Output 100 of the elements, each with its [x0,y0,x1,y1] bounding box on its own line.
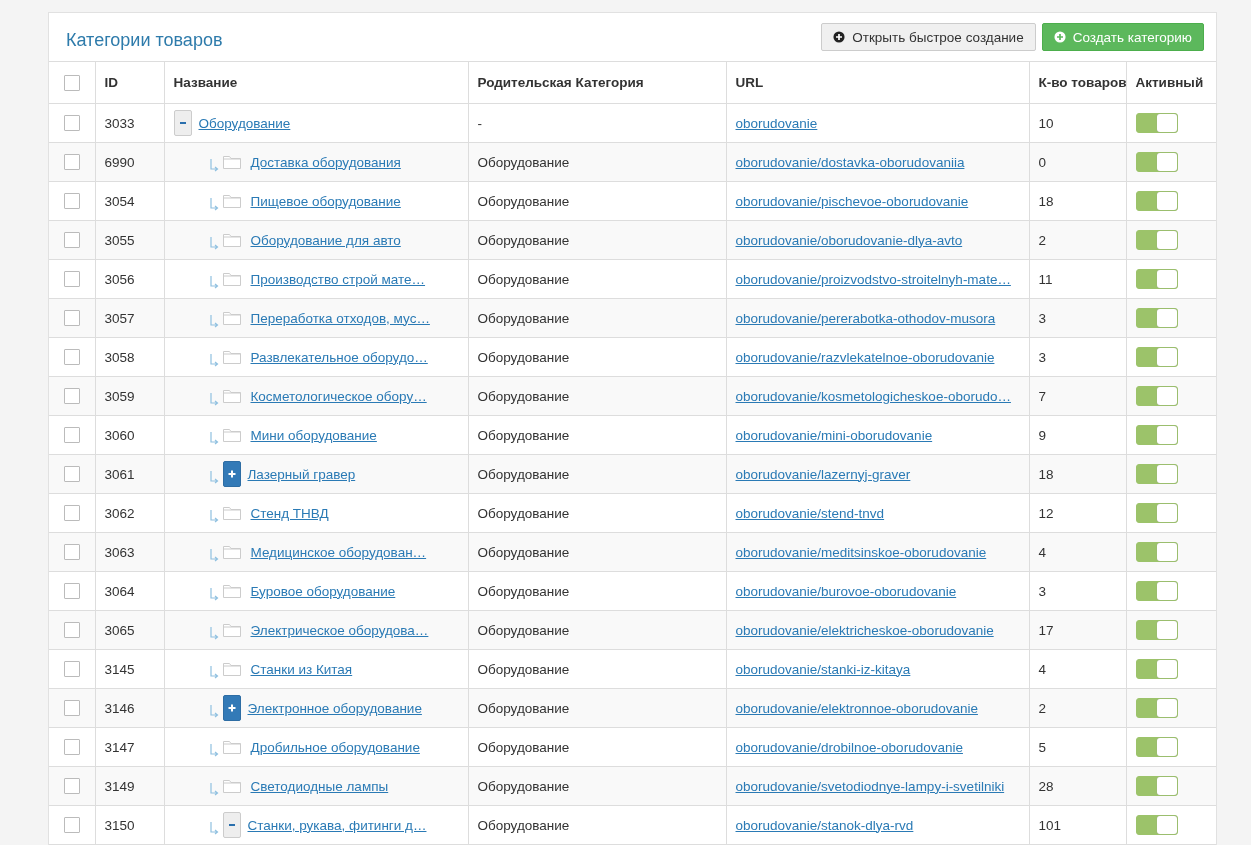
category-link[interactable]: Станки, рукава, фитинги д… [247,817,427,833]
row-checkbox[interactable] [63,388,80,405]
category-link[interactable]: Пищевое оборудование [250,193,401,209]
id-cell: 3061 [104,466,135,482]
folder-icon [222,233,241,247]
count-cell: 0 [1038,154,1046,170]
row-checkbox[interactable] [63,310,80,327]
count-cell: 2 [1038,700,1046,716]
active-toggle[interactable] [1135,425,1178,445]
id-cell: 3055 [104,232,135,248]
row-checkbox[interactable] [63,661,80,678]
row-checkbox[interactable] [63,817,80,834]
category-link[interactable]: Оборудование [198,115,291,131]
active-toggle[interactable] [1135,191,1178,211]
panel-title: Категории товаров [66,29,223,51]
id-cell: 3145 [104,661,135,677]
active-toggle[interactable] [1135,815,1178,835]
active-toggle[interactable] [1135,269,1178,289]
url-link[interactable]: oborudovanie/proizvodstvo-stroitelnyh-mate… [735,271,1011,287]
row-checkbox[interactable] [63,622,80,639]
url-link[interactable]: oborudovanie/drobilnoe-oborudovanie [735,739,963,755]
folder-icon [222,311,241,325]
category-link[interactable]: Доставка оборудования [250,154,401,170]
count-cell: 18 [1038,466,1054,482]
active-toggle[interactable] [1135,308,1178,328]
child-arrow-icon [208,587,219,601]
folder-icon [222,272,241,286]
row-checkbox[interactable] [63,466,80,483]
row-checkbox[interactable] [63,700,80,717]
active-toggle[interactable] [1135,347,1178,367]
row-checkbox[interactable] [63,349,80,366]
category-link[interactable]: Развлекательное оборудо… [250,349,428,365]
parent-cell: Оборудование [477,154,570,170]
url-link[interactable]: oborudovanie/mini-oborudovanie [735,427,933,443]
row-checkbox[interactable] [63,193,80,210]
row-checkbox[interactable] [63,232,80,249]
active-toggle[interactable] [1135,620,1178,640]
child-arrow-icon [208,626,219,640]
id-cell: 3063 [104,544,135,560]
column-header: К-во товаров [1038,75,1127,90]
url-link[interactable]: oborudovanie/stend-tnvd [735,505,885,521]
url-link[interactable]: oborudovanie/burovoe-oborudovanie [735,583,957,599]
child-arrow-icon [208,392,219,406]
collapse-button[interactable] [173,110,192,136]
url-link[interactable]: oborudovanie/razvlekatelnoe-oborudovanie [735,349,995,365]
active-toggle[interactable] [1135,230,1178,250]
row-checkbox[interactable] [63,427,80,444]
id-cell: 3062 [104,505,135,521]
row-checkbox[interactable] [63,505,80,522]
folder-icon [222,662,241,676]
active-toggle[interactable] [1135,776,1178,796]
active-toggle[interactable] [1135,698,1178,718]
active-toggle[interactable] [1135,737,1178,757]
category-link[interactable]: Дробильное оборудование [250,739,420,755]
row-checkbox[interactable] [63,544,80,561]
id-cell: 3033 [104,115,135,131]
category-link[interactable]: Светодиодные лампы [250,778,389,794]
url-link[interactable]: oborudovanie/stanki-iz-kitaya [735,661,911,677]
category-link[interactable]: Станки из Китая [250,661,353,677]
folder-icon [222,740,241,754]
active-toggle[interactable] [1135,464,1178,484]
create-category-button[interactable]: Создать категорию [1041,23,1204,51]
active-toggle[interactable] [1135,113,1178,133]
row-checkbox[interactable] [63,739,80,756]
url-link[interactable]: oborudovanie [735,115,818,131]
row-checkbox[interactable] [63,271,80,288]
plus-icon [226,703,237,713]
parent-cell: Оборудование [477,271,570,287]
id-cell: 6990 [104,154,135,170]
active-toggle[interactable] [1135,152,1178,172]
active-toggle[interactable] [1135,503,1178,523]
plus-circle-icon [833,31,846,43]
row-checkbox[interactable] [63,115,80,132]
id-cell: 3057 [104,310,135,326]
category-link[interactable]: Производство строй мате… [250,271,426,287]
category-link[interactable]: Мини оборудование [250,427,377,443]
expand-button[interactable] [222,695,241,721]
child-arrow-icon [208,236,219,250]
category-link[interactable]: Стенд ТНВД [250,505,329,521]
expand-button[interactable] [222,461,241,487]
active-toggle[interactable] [1135,542,1178,562]
active-toggle[interactable] [1135,581,1178,601]
active-toggle[interactable] [1135,386,1178,406]
collapse-button[interactable] [222,812,241,838]
url-link[interactable]: oborudovanie/pischevoe-oborudovanie [735,193,969,209]
row-checkbox[interactable] [63,778,80,795]
row-checkbox[interactable] [63,154,80,171]
row-checkbox[interactable] [63,583,80,600]
category-link[interactable]: Буровое оборудование [250,583,396,599]
url-link[interactable]: oborudovanie/stanok-dlya-rvd [735,817,914,833]
id-cell: 3054 [104,193,135,209]
id-cell: 3059 [104,388,135,404]
category-link[interactable]: Оборудование для авто [250,232,401,248]
parent-cell: Оборудование [477,739,570,755]
child-arrow-icon [208,314,219,328]
select-all-checkbox[interactable] [63,74,80,91]
category-link[interactable]: Лазерный гравер [247,466,356,482]
count-cell: 3 [1038,310,1046,326]
quick-create-button[interactable]: Открыть быстрое создание [821,23,1036,51]
active-toggle[interactable] [1135,659,1178,679]
